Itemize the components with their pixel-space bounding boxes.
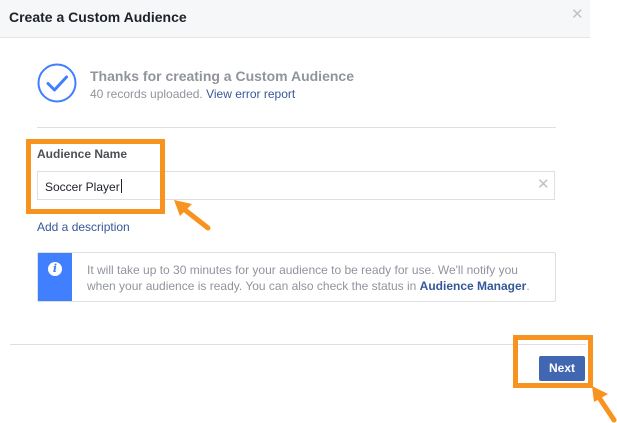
- audience-name-value: Soccer Player: [45, 180, 120, 194]
- info-notice: i It will take up to 30 minutes for your…: [37, 252, 556, 302]
- close-icon[interactable]: ✕: [571, 7, 585, 22]
- info-bar: i: [38, 253, 72, 301]
- audience-name-label: Audience Name: [37, 147, 128, 161]
- check-circle-icon: [37, 63, 77, 103]
- dialog-header: Create a Custom Audience ✕: [0, 0, 590, 38]
- dialog-title: Create a Custom Audience: [9, 9, 187, 25]
- next-button[interactable]: Next: [539, 356, 585, 381]
- records-uploaded-text: 40 records uploaded.: [90, 87, 203, 101]
- success-title: Thanks for creating a Custom Audience: [90, 68, 354, 84]
- audience-manager-link[interactable]: Audience Manager: [420, 279, 527, 293]
- view-error-report-link[interactable]: View error report: [206, 87, 295, 101]
- success-subtitle: 40 records uploaded. View error report: [90, 87, 295, 101]
- divider: [37, 127, 556, 128]
- clear-icon[interactable]: ✕: [537, 177, 551, 193]
- text-caret: [120, 179, 122, 193]
- footer-divider: [10, 344, 586, 345]
- audience-name-input[interactable]: Soccer Player ✕: [37, 171, 555, 200]
- info-icon: i: [48, 262, 62, 276]
- custom-audience-dialog: Create a Custom Audience ✕ Thanks for cr…: [0, 0, 590, 423]
- info-text: It will take up to 30 minutes for your a…: [87, 263, 530, 293]
- arrow-pointer-icon: [592, 386, 617, 423]
- add-description-link[interactable]: Add a description: [37, 220, 130, 234]
